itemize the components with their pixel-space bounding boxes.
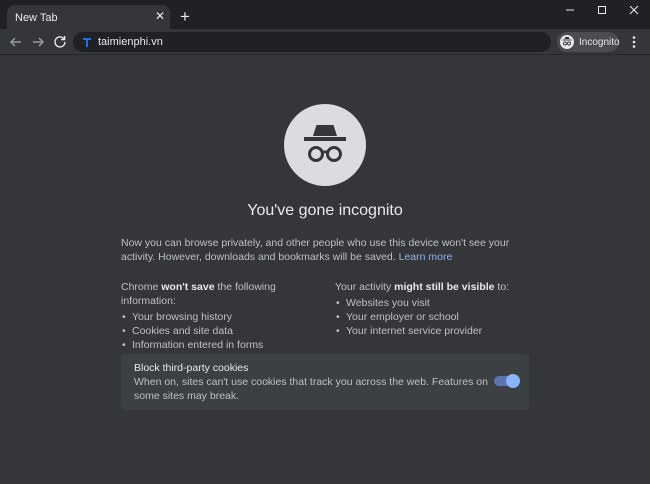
list-item: Information entered in forms <box>121 338 331 352</box>
new-tab-button[interactable]: + <box>176 8 194 26</box>
third-party-cookies-card: Block third-party cookies When on, sites… <box>121 354 529 410</box>
list-item: Websites you visit <box>335 296 535 310</box>
intro-paragraph: Now you can browse privately, and other … <box>121 236 531 264</box>
url-text: taimienphi.vn <box>98 36 163 48</box>
maximize-icon <box>598 6 606 14</box>
incognito-icon <box>284 104 366 186</box>
might-be-visible-heading: Your activity might still be visible to: <box>335 281 510 293</box>
minimize-icon <box>566 9 574 11</box>
tab-new-tab[interactable]: New Tab ✕ <box>7 5 170 29</box>
list-item: Cookies and site data <box>121 324 331 338</box>
maximize-button[interactable] <box>589 2 615 20</box>
learn-more-link[interactable]: Learn more <box>399 251 453 263</box>
wont-save-section: Chrome won't save the following informat… <box>121 280 331 352</box>
cookies-description: When on, sites can't use cookies that tr… <box>134 376 488 402</box>
incognito-page: You've gone incognito Now you can browse… <box>0 56 650 484</box>
toggle-knob <box>506 374 520 388</box>
list-item: Your employer or school <box>335 310 535 324</box>
minimize-button[interactable] <box>557 2 583 20</box>
page-title: You've gone incognito <box>247 202 403 219</box>
menu-button[interactable] <box>627 33 641 51</box>
address-bar[interactable]: taimienphi.vn <box>73 32 551 52</box>
block-cookies-toggle[interactable] <box>494 374 520 388</box>
title-bar: New Tab ✕ + <box>0 0 650 29</box>
back-button[interactable] <box>7 33 25 51</box>
list-item: Your internet service provider <box>335 324 535 338</box>
forward-button[interactable] <box>29 33 47 51</box>
forward-arrow-icon <box>33 37 44 47</box>
wont-save-heading: Chrome won't save the following informat… <box>121 281 276 307</box>
tab-title: New Tab <box>15 12 58 24</box>
incognito-avatar-icon <box>560 35 574 49</box>
window-close-button[interactable] <box>621 2 647 20</box>
cookies-title: Block third-party cookies <box>134 362 249 374</box>
window-close-icon <box>629 5 639 15</box>
incognito-profile-button[interactable]: Incognito <box>557 32 620 52</box>
list-item: Your browsing history <box>121 310 331 324</box>
site-favicon-icon <box>81 36 93 48</box>
toolbar: taimienphi.vn Incognito <box>0 29 650 55</box>
reload-button[interactable] <box>51 33 69 51</box>
back-arrow-icon <box>10 37 21 47</box>
might-be-visible-section: Your activity might still be visible to:… <box>335 280 535 338</box>
reload-icon <box>54 36 66 48</box>
profile-label: Incognito <box>579 37 620 48</box>
tab-close-icon[interactable]: ✕ <box>152 8 168 24</box>
kebab-menu-icon <box>632 36 636 48</box>
